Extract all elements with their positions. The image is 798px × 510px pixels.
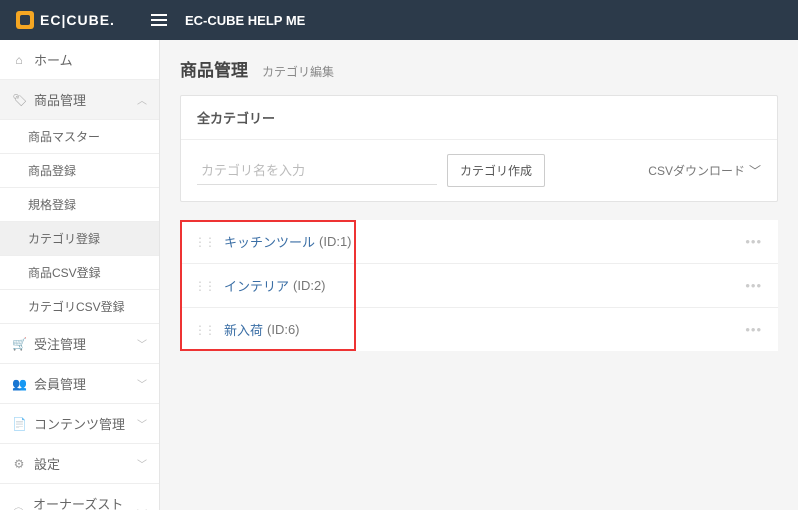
topbar: EC|CUBE. EC-CUBE HELP ME [0,0,798,40]
sidebar-item-label: ホーム [34,50,73,69]
app-title: EC-CUBE HELP ME [185,13,305,28]
sidebar-item-label: 商品管理 [34,90,86,109]
category-link[interactable]: 新入荷 [224,320,263,339]
drag-handle-icon[interactable]: ⋮⋮ [194,279,214,293]
category-link[interactable]: キッチンツール [224,232,315,251]
sidebar-sub-product-register[interactable]: 商品登録 [0,154,159,188]
drag-handle-icon[interactable]: ⋮⋮ [194,323,214,337]
logo-text: EC|CUBE. [40,12,115,28]
sidebar-sub-category-csv[interactable]: カテゴリCSV登録 [0,290,159,324]
category-list: ⋮⋮ キッチンツール (ID:1) ••• ⋮⋮ インテリア (ID:2) ••… [180,220,778,351]
home-icon: ⌂ [12,53,26,67]
panel-heading: 全カテゴリー [181,96,777,140]
sidebar-item-orders[interactable]: 🛒 受注管理 ﹀ [0,324,159,364]
page-header: 商品管理 カテゴリ編集 [180,56,778,81]
sidebar-item-home[interactable]: ⌂ ホーム [0,40,159,80]
info-icon: ⓘ [12,505,25,510]
sidebar-sub-spec-register[interactable]: 規格登録 [0,188,159,222]
sidebar-item-label: 会員管理 [34,374,86,393]
sidebar-sub-product-master[interactable]: 商品マスター [0,120,159,154]
sidebar-item-label: オーナーズストア [33,494,129,510]
category-row[interactable]: ⋮⋮ 新入荷 (ID:6) ••• [180,308,778,351]
csv-download-button[interactable]: CSVダウンロード ﹀ [648,162,761,179]
category-name-input[interactable] [197,157,437,185]
cart-icon: 🛒 [12,337,26,351]
chevron-down-icon: ﹀ [137,456,147,471]
chevron-down-icon: ﹀ [137,416,147,431]
category-id: (ID:1) [319,234,352,249]
sidebar-item-owners-store[interactable]: ⓘ オーナーズストア ﹀ [0,484,159,510]
category-row[interactable]: ⋮⋮ インテリア (ID:2) ••• [180,264,778,308]
sidebar-sub-category-register[interactable]: カテゴリ登録 [0,222,159,256]
sidebar-item-products[interactable]: 🏷 商品管理 ︿ [0,80,159,120]
sidebar-item-label: コンテンツ管理 [34,414,125,433]
category-row[interactable]: ⋮⋮ キッチンツール (ID:1) ••• [180,220,778,264]
csv-download-label: CSVダウンロード [648,162,745,179]
category-id: (ID:6) [267,322,300,337]
tag-icon: 🏷 [12,93,26,107]
logo-icon [16,11,34,29]
gear-icon: ⚙ [12,457,26,471]
drag-handle-icon[interactable]: ⋮⋮ [194,235,214,249]
category-panel: 全カテゴリー カテゴリ作成 CSVダウンロード ﹀ [180,95,778,202]
sidebar-item-settings[interactable]: ⚙ 設定 ﹀ [0,444,159,484]
row-actions-icon[interactable]: ••• [745,234,778,249]
create-category-button[interactable]: カテゴリ作成 [447,154,545,187]
main-content: 商品管理 カテゴリ編集 全カテゴリー カテゴリ作成 CSVダウンロード ﹀ ⋮⋮… [160,40,798,510]
sidebar-item-label: 設定 [34,454,60,473]
page-subtitle: カテゴリ編集 [262,63,334,80]
chevron-down-icon: ﹀ [749,162,761,179]
row-actions-icon[interactable]: ••• [745,278,778,293]
chevron-down-icon: ﹀ [137,376,147,391]
logo[interactable]: EC|CUBE. [16,11,115,29]
menu-toggle-icon[interactable] [151,14,167,26]
doc-icon: 📄 [12,417,26,431]
page-title: 商品管理 [180,56,248,81]
sidebar-sub-product-csv[interactable]: 商品CSV登録 [0,256,159,290]
row-actions-icon[interactable]: ••• [745,322,778,337]
chevron-down-icon: ﹀ [137,506,147,510]
sidebar-item-members[interactable]: 👥 会員管理 ﹀ [0,364,159,404]
chevron-up-icon: ︿ [137,92,147,107]
chevron-down-icon: ﹀ [137,336,147,351]
sidebar: ⌂ ホーム 🏷 商品管理 ︿ 商品マスター 商品登録 規格登録 カテゴリ登録 商… [0,40,160,510]
category-link[interactable]: インテリア [224,276,289,295]
category-id: (ID:2) [293,278,326,293]
sidebar-item-contents[interactable]: 📄 コンテンツ管理 ﹀ [0,404,159,444]
users-icon: 👥 [12,377,26,391]
sidebar-item-label: 受注管理 [34,334,86,353]
